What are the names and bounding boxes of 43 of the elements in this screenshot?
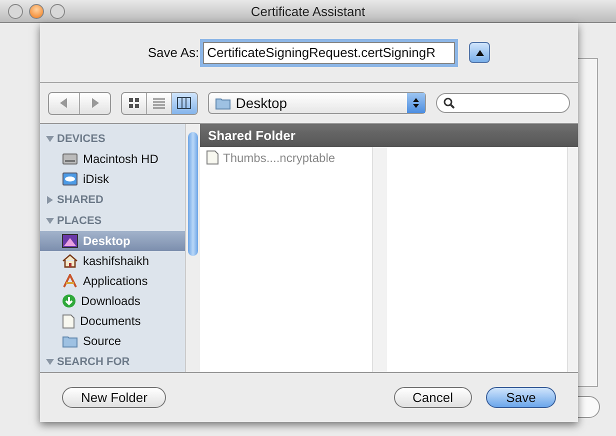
desktop-icon [62,234,78,248]
list-icon [152,97,165,109]
close-icon[interactable] [29,4,44,19]
scroll-bar[interactable] [185,124,200,372]
disclosure-triangle-icon [46,358,54,366]
column-view-button[interactable] [172,92,197,114]
sidebar-item[interactable]: Macintosh HD [40,149,185,169]
expand-button[interactable] [469,42,490,63]
window-control-icon[interactable] [50,4,65,19]
window-title: Certificate Assistant [250,4,366,18]
folder-icon [62,334,78,348]
sidebar-item[interactable]: Documents [40,311,185,331]
disclosure-triangle-icon [46,135,54,143]
grid-icon [128,97,140,109]
dialog-button[interactable]: Save [486,387,556,408]
house-icon [62,254,78,268]
sidebar-item[interactable]: Source [40,331,185,351]
forward-arrow-icon [90,98,99,108]
document-icon [62,314,75,328]
search-field[interactable] [436,93,570,113]
scroll-thumb[interactable] [188,132,198,256]
window-control-icon[interactable] [8,4,23,19]
document-icon [206,150,219,165]
dialog-button[interactable]: New Folder [62,387,166,408]
pencil-ruler-icon [62,274,78,288]
popup-arrows-icon [407,93,425,113]
columns-icon [177,97,192,109]
sidebar-item[interactable]: kashifshaikh [40,251,185,271]
folder-icon [214,96,231,110]
sidebar-item[interactable]: Downloads [40,291,185,311]
back-arrow-icon [60,98,68,108]
file-name-field[interactable]: CertificateSigningRequest.certSigningR [203,42,456,64]
disclosure-triangle-icon [46,196,54,204]
disclosure-triangle-icon [46,217,54,225]
cloud-drive-icon [62,172,78,186]
location-popup[interactable]: Desktop [208,92,426,114]
save-as-label: Save As: [148,45,200,60]
sidebar-item[interactable]: iDisk [40,169,185,189]
column-header: Shared Folder [200,124,372,147]
dialog-button[interactable]: Cancel [394,387,472,408]
hard-drive-icon [62,152,78,166]
sidebar-item[interactable]: Applications [40,271,185,291]
download-icon [62,294,76,308]
